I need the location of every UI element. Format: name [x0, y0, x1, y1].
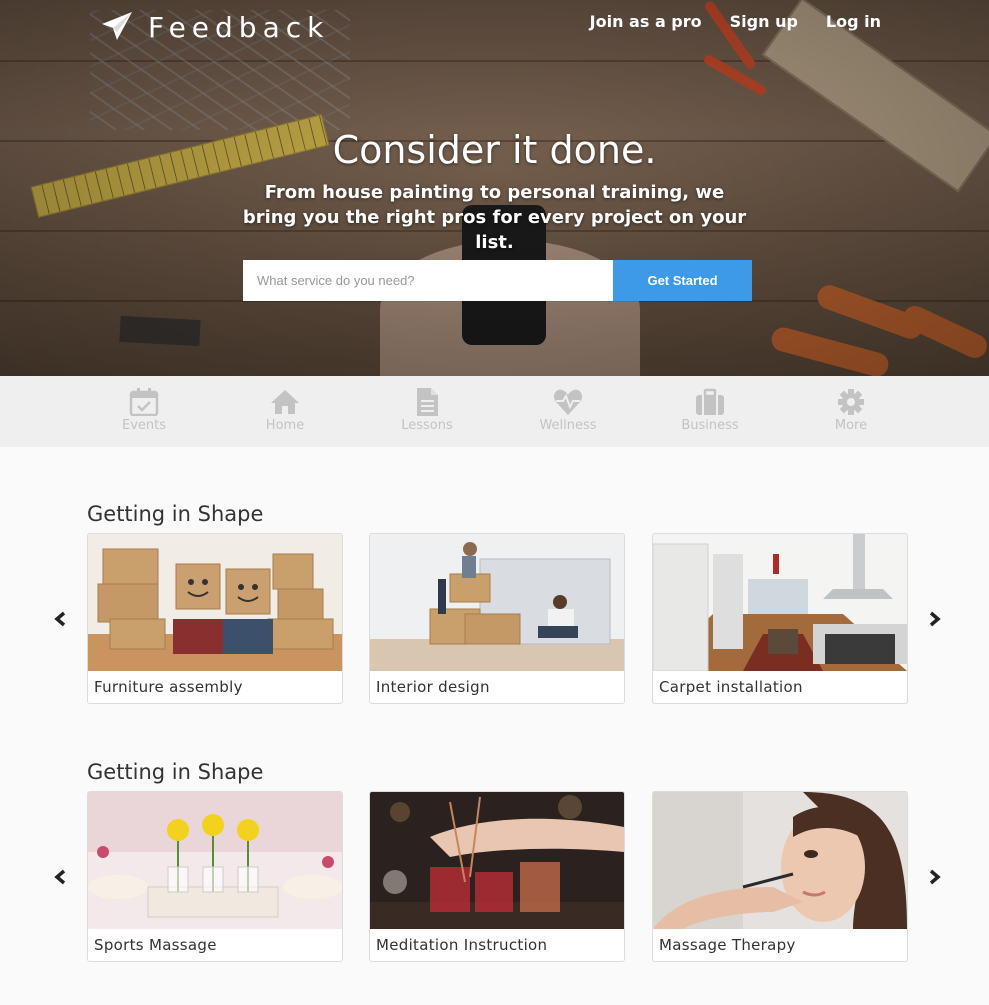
chevron-right-icon: [929, 869, 941, 885]
card-label: Meditation Instruction: [376, 936, 548, 954]
category-events[interactable]: Events: [89, 388, 199, 433]
service-card[interactable]: Sports Massage: [87, 791, 343, 962]
sign-up-link[interactable]: Sign up: [730, 12, 798, 31]
carpet-installation-image: [653, 534, 907, 671]
card-label: Massage Therapy: [659, 936, 796, 954]
category-label: Home: [265, 418, 305, 433]
join-as-pro-link[interactable]: Join as a pro: [590, 12, 702, 31]
carousel-prev-button[interactable]: [50, 867, 70, 887]
category-business[interactable]: Business: [655, 388, 765, 433]
card-label: Furniture assembly: [94, 678, 243, 696]
carousel-next-button[interactable]: [925, 609, 945, 629]
category-label: Lessons: [401, 418, 453, 433]
document-icon: [417, 388, 438, 416]
category-lessons[interactable]: Lessons: [372, 388, 482, 433]
gear-icon: [838, 389, 864, 415]
category-label: Wellness: [539, 418, 597, 433]
category-label: Events: [121, 418, 166, 433]
service-search-input[interactable]: [243, 260, 613, 301]
sports-massage-image: [88, 792, 342, 929]
massage-therapy-image: [653, 792, 907, 929]
interior-design-image: [370, 534, 624, 671]
chevron-left-icon: [54, 611, 66, 627]
log-in-link[interactable]: Log in: [826, 12, 881, 31]
service-card[interactable]: Carpet installation: [652, 533, 908, 704]
service-card[interactable]: Furniture assembly: [87, 533, 343, 704]
category-label: More: [834, 418, 868, 433]
category-home[interactable]: Home: [230, 388, 340, 433]
logo-text: Feedback: [148, 10, 330, 44]
hero-subline: From house painting to personal training…: [242, 182, 747, 253]
category-label: Business: [681, 418, 739, 433]
chevron-left-icon: [54, 869, 66, 885]
carousel-next-button[interactable]: [925, 867, 945, 887]
paper-plane-icon: [102, 12, 132, 40]
get-started-button[interactable]: Get Started: [613, 260, 752, 301]
home-icon: [271, 390, 299, 414]
heartbeat-icon: [553, 389, 583, 415]
section-title: Getting in Shape: [87, 760, 264, 784]
category-more[interactable]: More: [796, 388, 906, 433]
hero-headline: Consider it done.: [332, 128, 657, 172]
logo[interactable]: Feedback: [100, 10, 329, 44]
furniture-assembly-image: [88, 534, 342, 671]
category-wellness[interactable]: Wellness: [513, 388, 623, 433]
card-label: Sports Massage: [94, 936, 217, 954]
card-label: Carpet installation: [659, 678, 803, 696]
calendar-check-icon: [129, 388, 159, 416]
service-card[interactable]: Interior design: [369, 533, 625, 704]
service-card[interactable]: Massage Therapy: [652, 791, 908, 962]
category-bar: Events Home Lessons Wellness Business Mo…: [0, 376, 989, 447]
briefcase-icon: [696, 388, 724, 415]
service-card[interactable]: Meditation Instruction: [369, 791, 625, 962]
hero-banner: Feedback Join as a pro Sign up Log in Co…: [0, 0, 989, 376]
section-title: Getting in Shape: [87, 502, 264, 526]
chevron-right-icon: [929, 611, 941, 627]
top-nav: Join as a pro Sign up Log in: [590, 12, 881, 31]
meditation-instruction-image: [370, 792, 624, 929]
card-label: Interior design: [376, 678, 490, 696]
carousel-prev-button[interactable]: [50, 609, 70, 629]
